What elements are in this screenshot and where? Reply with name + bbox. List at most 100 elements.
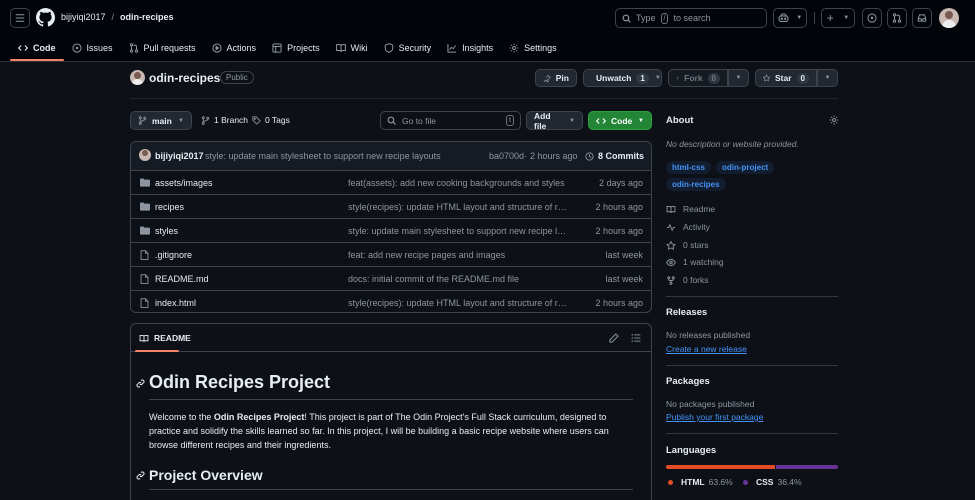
tab-label: Code: [33, 43, 56, 53]
go-to-file-input[interactable]: Go to file t: [380, 111, 521, 130]
topic-tag[interactable]: odin-project: [716, 161, 775, 174]
packages-title[interactable]: Packages: [666, 376, 710, 387]
tab-projects[interactable]: Projects: [264, 37, 328, 59]
repo-name[interactable]: odin-recipes: [149, 71, 220, 85]
readme-text: ! This project is part of The Odin Proje…: [304, 412, 607, 422]
tab-actions[interactable]: Actions: [204, 37, 265, 59]
stars-link[interactable]: 0 stars: [666, 240, 709, 250]
topic-tag[interactable]: html-css: [666, 161, 711, 174]
top-bar: bijiyiqi2017 / odin-recipes Type / to se…: [0, 0, 975, 62]
commit-author[interactable]: bijiyiqi2017: [155, 151, 204, 161]
tab-insights[interactable]: Insights: [439, 37, 501, 59]
fork-label: Fork: [684, 73, 703, 83]
tags-link[interactable]: 0 Tags: [252, 115, 290, 125]
language-percent: 36.4%: [777, 477, 802, 487]
topic-tag[interactable]: odin-recipes: [666, 178, 726, 191]
repo-owner-avatar[interactable]: [130, 70, 145, 85]
tab-label: Security: [398, 43, 432, 53]
tab-security[interactable]: Security: [376, 37, 440, 59]
table-row[interactable]: .gitignore feat: add new recipe pages an…: [131, 242, 651, 266]
readme-link[interactable]: Readme: [666, 204, 715, 214]
gear-icon: [509, 43, 519, 53]
avatar[interactable]: [939, 8, 959, 28]
github-logo-icon[interactable]: [36, 8, 55, 27]
activity-link[interactable]: Activity: [666, 222, 710, 232]
pin-button[interactable]: Pin: [535, 69, 577, 87]
tab-pull-requests[interactable]: Pull requests: [121, 37, 204, 59]
list-icon[interactable]: [631, 333, 641, 343]
issue-icon: [867, 13, 877, 23]
create-release-link[interactable]: Create a new release: [666, 344, 747, 354]
unwatch-button[interactable]: Unwatch 1 ▼: [583, 69, 662, 87]
menu-button[interactable]: [10, 8, 30, 28]
file-commit-message[interactable]: docs: initial commit of the README.md fi…: [348, 274, 570, 284]
readme-heading-rule: [149, 489, 633, 490]
file-commit-message[interactable]: feat: add new recipe pages and images: [348, 250, 570, 260]
file-time: last week: [605, 273, 643, 284]
search-input[interactable]: Type / to search: [615, 8, 767, 28]
chevron-down-icon: ▼: [824, 75, 831, 81]
file-name[interactable]: styles: [155, 226, 178, 236]
tab-issues[interactable]: Issues: [64, 37, 121, 59]
file-commit-message[interactable]: style: update main stylesheet to support…: [348, 226, 570, 236]
star-button[interactable]: Star 0: [755, 69, 817, 87]
commits-link[interactable]: 8 Commits: [585, 151, 644, 161]
releases-title[interactable]: Releases: [666, 307, 707, 318]
language-item-html[interactable]: HTML 63.6%: [668, 477, 733, 487]
pencil-icon[interactable]: [609, 333, 619, 343]
file-name[interactable]: assets/images: [155, 178, 213, 188]
anchor-link-icon[interactable]: [136, 379, 145, 388]
copilot-button[interactable]: ▼: [773, 8, 807, 28]
code-icon: [18, 45, 28, 51]
readme-panel: README Odin Recipes Project Welcome to t…: [130, 323, 652, 500]
sidebar-item-label: 0 forks: [683, 275, 709, 285]
commit-author-avatar[interactable]: [139, 149, 151, 161]
language-name: CSS: [756, 477, 774, 487]
commit-hash[interactable]: ba0700d: [489, 151, 524, 161]
file-name[interactable]: index.html: [155, 298, 196, 308]
repo-link[interactable]: odin-recipes: [120, 12, 174, 22]
code-button[interactable]: Code ▼: [588, 111, 652, 130]
pull-requests-button[interactable]: [887, 8, 907, 28]
releases-empty-text: No releases published: [666, 330, 751, 340]
publish-package-link[interactable]: Publish your first package: [666, 412, 763, 422]
commit-separator: ·: [524, 151, 527, 161]
table-row[interactable]: styles style: update main stylesheet to …: [131, 218, 651, 242]
table-row[interactable]: assets/images feat(assets): add new cook…: [131, 170, 651, 194]
file-commit-message[interactable]: style(recipes): update HTML layout and s…: [348, 298, 570, 308]
star-dropdown-button[interactable]: ▼: [817, 69, 838, 87]
file-name[interactable]: .gitignore: [155, 250, 192, 260]
language-item-css[interactable]: CSS 36.4%: [743, 477, 802, 487]
fork-dropdown-button[interactable]: ▼: [728, 69, 749, 87]
table-row[interactable]: README.md docs: initial commit of the RE…: [131, 266, 651, 290]
readme-tab-underline: [135, 350, 179, 352]
owner-link[interactable]: bijiyiqi2017: [61, 12, 106, 22]
tab-settings[interactable]: Settings: [501, 37, 565, 59]
issues-button[interactable]: [862, 8, 882, 28]
commit-message[interactable]: style: update main stylesheet to support…: [205, 151, 441, 161]
forks-link[interactable]: 0 forks: [666, 275, 709, 285]
anchor-link-icon[interactable]: [136, 471, 145, 480]
search-icon: [622, 14, 631, 23]
table-row[interactable]: recipes style(recipes): update HTML layo…: [131, 194, 651, 218]
add-file-button[interactable]: Add file ▼: [526, 111, 583, 131]
tab-wiki[interactable]: Wiki: [328, 37, 376, 59]
watchers-link[interactable]: 1 watching: [666, 257, 724, 267]
inbox-button[interactable]: [912, 8, 932, 28]
file-commit-message[interactable]: feat(assets): add new cooking background…: [348, 178, 570, 188]
fork-button[interactable]: Fork 0: [668, 69, 728, 87]
tab-code[interactable]: Code: [10, 37, 64, 61]
table-row[interactable]: index.html style(recipes): update HTML l…: [131, 290, 651, 312]
readme-tab[interactable]: README: [139, 333, 191, 343]
create-new-button[interactable]: + ▼: [821, 8, 855, 28]
star-icon: [763, 74, 770, 82]
chevron-down-icon: ▼: [178, 117, 184, 124]
language-bar-html: [666, 465, 775, 469]
branches-link[interactable]: 1 Branch: [201, 115, 248, 125]
file-name[interactable]: README.md: [155, 274, 209, 284]
file-commit-message[interactable]: style(recipes): update HTML layout and s…: [348, 202, 570, 212]
fork-icon: [676, 76, 679, 80]
branch-select[interactable]: main ▼: [130, 111, 192, 130]
gear-icon[interactable]: [829, 115, 839, 125]
file-name[interactable]: recipes: [155, 202, 184, 212]
